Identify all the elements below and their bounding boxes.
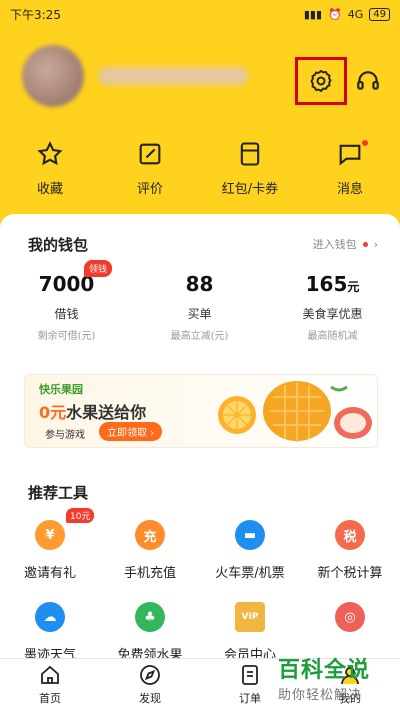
banner-game-logo: 快乐果园: [39, 383, 83, 396]
banner-headline: 0元水果送给你: [39, 403, 147, 422]
fruit-game-banner[interactable]: 快乐果园 0元水果送给你 参与游戏 立即领取 ›: [24, 374, 378, 448]
avatar[interactable]: [22, 45, 84, 107]
tool-tickets[interactable]: ▬ 火车票/机票: [200, 514, 300, 596]
headset-icon: [357, 71, 379, 90]
tool-tax[interactable]: 税 新个税计算: [300, 514, 400, 596]
quick-action-reviews[interactable]: 评价: [100, 140, 200, 197]
enter-wallet-link[interactable]: 进入钱包 ›: [313, 236, 378, 252]
vip-icon: VIP: [235, 602, 265, 632]
network-label: 4G: [347, 7, 364, 21]
username-blurred: [98, 67, 248, 85]
wallet-red-dot: [362, 241, 368, 247]
compass-icon: [140, 665, 160, 685]
tools-title: 推荐工具: [28, 484, 89, 502]
wallet-stat-value: 88: [185, 272, 214, 296]
wallet-stat-food[interactable]: 165元 美食享优惠 最高随机减: [266, 272, 399, 342]
wallet-badge: 领钱: [84, 260, 113, 277]
wallet-stat-borrow[interactable]: 领钱 7000 借钱 剩余可借(元): [0, 260, 133, 342]
customer-service-button[interactable]: [355, 68, 381, 94]
signal-icon: ▮▮▮: [303, 7, 323, 21]
quick-actions: 收藏 评价 红包/卡券 消息: [0, 140, 400, 197]
battery-icon: 49: [369, 7, 390, 21]
banner-sub: 参与游戏: [45, 430, 85, 441]
train-icon: ▬: [235, 520, 265, 550]
recharge-icon: 充: [135, 520, 165, 550]
settings-button[interactable]: [295, 57, 347, 105]
coupon-circle-icon: ◎: [335, 602, 365, 632]
home-icon: [41, 665, 59, 684]
tool-badge: 10元: [66, 508, 95, 523]
wallet-stat-value: 165元: [305, 272, 360, 296]
weather-icon: ☁: [35, 602, 65, 632]
wallet-title: 我的钱包: [28, 236, 89, 254]
content-card: 我的钱包 进入钱包 › 领钱 7000 借钱 剩余可借(元) 88 买单 最高立…: [0, 214, 400, 663]
watermark: 百科全说 助你轻松解决: [278, 658, 371, 703]
gift-icon: ¥: [35, 520, 65, 550]
status-time: 下午3:25: [10, 7, 61, 22]
alarm-icon: ⏰: [328, 7, 342, 21]
star-icon: [37, 141, 63, 166]
tab-discover[interactable]: 发现: [100, 659, 200, 711]
quick-action-coupons[interactable]: 红包/卡券: [200, 140, 300, 197]
claim-now-button[interactable]: 立即领取 ›: [99, 422, 163, 441]
order-icon: [242, 665, 258, 685]
unread-dot: [362, 140, 368, 146]
status-bar: 下午3:25 ▮▮▮ ⏰ 4G 49: [0, 0, 400, 28]
tool-invite[interactable]: 10元 ¥ 邀请有礼: [0, 508, 100, 596]
tool-recharge[interactable]: 充 手机充值: [100, 514, 200, 596]
quick-action-favorites[interactable]: 收藏: [0, 140, 100, 197]
header-background: 下午3:25 ▮▮▮ ⏰ 4G 49 收藏 评价 红包/卡券 消息: [0, 0, 400, 250]
wallet-stats: 领钱 7000 借钱 剩余可借(元) 88 买单 最高立减(元) 165元 美食…: [0, 260, 400, 342]
tax-icon: 税: [335, 520, 365, 550]
wallet-stat-pay[interactable]: 88 买单 最高立减(元): [133, 272, 266, 342]
quick-action-messages[interactable]: 消息: [300, 140, 400, 197]
tree-icon: ♣: [135, 602, 165, 632]
profile-header[interactable]: [22, 45, 248, 107]
tab-home[interactable]: 首页: [0, 659, 100, 711]
coupon-icon: [240, 142, 260, 166]
edit-icon: [139, 143, 161, 165]
fruit-illustration: [218, 381, 372, 442]
gear-icon: [310, 69, 332, 93]
message-icon: [339, 144, 361, 166]
chevron-right-icon: ›: [373, 237, 378, 251]
